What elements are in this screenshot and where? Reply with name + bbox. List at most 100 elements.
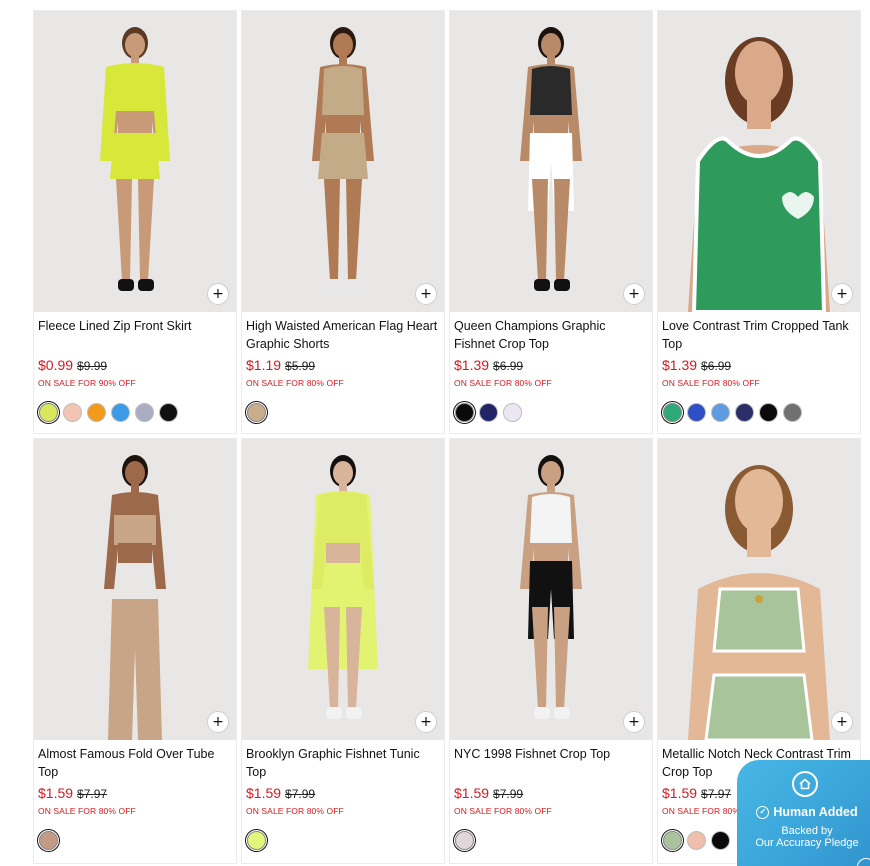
product-name[interactable]: Queen Champions Graphic Fishnet Crop Top [454, 317, 648, 353]
color-swatches [454, 403, 648, 422]
color-swatch[interactable] [135, 403, 154, 422]
color-swatch[interactable] [455, 403, 474, 422]
product-image[interactable]: + [34, 11, 236, 312]
quick-add-button[interactable]: + [831, 711, 853, 733]
color-swatch[interactable] [783, 403, 802, 422]
quick-add-button[interactable]: + [207, 711, 229, 733]
product-image[interactable]: + [658, 11, 860, 312]
sale-price: $1.19 [246, 357, 282, 373]
product-card[interactable]: + Queen Champions Graphic Fishnet Crop T… [449, 10, 653, 434]
color-swatch[interactable] [159, 403, 178, 422]
model-photo [520, 27, 582, 291]
quick-add-button[interactable]: + [415, 283, 437, 305]
accuracy-pledge-badge[interactable]: ✓ Human Added Backed by Our Accuracy Ple… [737, 760, 870, 866]
product-name[interactable]: Love Contrast Trim Cropped Tank Top [662, 317, 856, 353]
model-photo [688, 465, 830, 740]
color-swatch[interactable] [479, 403, 498, 422]
product-image[interactable]: + [450, 11, 652, 312]
product-card[interactable]: + Almost Famous Fold Over Tube Top $1.59… [33, 438, 237, 864]
original-price: $7.99 [493, 787, 524, 801]
product-info: Queen Champions Graphic Fishnet Crop Top… [450, 312, 652, 422]
sale-price: $1.39 [454, 357, 490, 373]
price-row: $1.19 $5.99 [246, 357, 440, 373]
sale-price: $1.59 [38, 785, 74, 801]
sale-price: $1.59 [662, 785, 698, 801]
price-row: $0.99 $9.99 [38, 357, 232, 373]
color-swatches [246, 831, 440, 850]
sale-percentage: ON SALE FOR 90% OFF [38, 378, 136, 388]
quick-add-button[interactable]: + [207, 283, 229, 305]
product-image[interactable]: + [34, 439, 236, 740]
product-name[interactable]: NYC 1998 Fishnet Crop Top [454, 745, 648, 781]
color-swatch[interactable] [87, 403, 106, 422]
sale-percentage: ON SALE FOR 80% OFF [662, 378, 760, 388]
check-circle-icon: ✓ [756, 805, 770, 819]
color-swatches [662, 403, 856, 422]
color-swatch[interactable] [39, 831, 58, 850]
color-swatch[interactable] [39, 403, 58, 422]
product-card[interactable]: + Brooklyn Graphic Fishnet Tunic Top $1.… [241, 438, 445, 864]
price-row: $1.59 $7.97 [38, 785, 232, 801]
sale-price: $1.59 [454, 785, 490, 801]
product-info: High Waisted American Flag Heart Graphic… [242, 312, 444, 422]
model-photo [100, 27, 170, 291]
product-image[interactable]: + [242, 439, 444, 740]
product-info: Fleece Lined Zip Front Skirt $0.99 $9.99… [34, 312, 236, 422]
product-info: NYC 1998 Fishnet Crop Top $1.59 $7.99 ON… [450, 740, 652, 850]
original-price: $7.97 [77, 787, 108, 801]
original-price: $6.99 [701, 359, 732, 373]
color-swatch[interactable] [455, 831, 474, 850]
quick-add-button[interactable]: + [623, 711, 645, 733]
product-name[interactable]: High Waisted American Flag Heart Graphic… [246, 317, 440, 353]
badge-title: ✓ Human Added [737, 805, 870, 819]
quick-add-button[interactable]: + [623, 283, 645, 305]
color-swatches [38, 403, 232, 422]
product-card[interactable]: + Love Contrast Trim Cropped Tank Top $1… [657, 10, 861, 434]
color-swatch[interactable] [687, 831, 706, 850]
product-card[interactable]: + NYC 1998 Fishnet Crop Top $1.59 $7.99 … [449, 438, 653, 864]
price-row: $1.39 $6.99 [662, 357, 856, 373]
color-swatches [38, 831, 232, 850]
quick-add-button[interactable]: + [831, 283, 853, 305]
sale-percentage: ON SALE FOR 80% OFF [246, 806, 344, 816]
product-name[interactable]: Fleece Lined Zip Front Skirt [38, 317, 232, 353]
sale-price: $1.59 [246, 785, 282, 801]
color-swatch[interactable] [63, 403, 82, 422]
product-name[interactable]: Brooklyn Graphic Fishnet Tunic Top [246, 745, 440, 781]
product-image[interactable]: + [242, 11, 444, 312]
price-row: $1.39 $6.99 [454, 357, 648, 373]
color-swatch[interactable] [247, 403, 266, 422]
badge-subtitle-line2: Our Accuracy Pledge [755, 837, 859, 849]
product-info: Love Contrast Trim Cropped Tank Top $1.3… [658, 312, 860, 422]
original-price: $7.99 [285, 787, 316, 801]
product-grid: + Fleece Lined Zip Front Skirt $0.99 $9.… [33, 10, 863, 864]
product-image[interactable]: + [450, 439, 652, 740]
home-icon [792, 771, 818, 797]
model-photo [104, 455, 166, 740]
color-swatch[interactable] [663, 403, 682, 422]
product-info: Brooklyn Graphic Fishnet Tunic Top $1.59… [242, 740, 444, 850]
sale-percentage: ON SALE FOR 80% OFF [454, 378, 552, 388]
product-card[interactable]: + High Waisted American Flag Heart Graph… [241, 10, 445, 434]
color-swatch[interactable] [247, 831, 266, 850]
color-swatch[interactable] [111, 403, 130, 422]
color-swatch[interactable] [687, 403, 706, 422]
product-name[interactable]: Almost Famous Fold Over Tube Top [38, 745, 232, 781]
color-swatch[interactable] [503, 403, 522, 422]
color-swatches [246, 403, 440, 422]
badge-title-text: Human Added [773, 805, 858, 819]
color-swatch[interactable] [711, 831, 730, 850]
original-price: $6.99 [493, 359, 524, 373]
sale-percentage: ON SALE FOR 80% OFF [38, 806, 136, 816]
product-card[interactable]: + Fleece Lined Zip Front Skirt $0.99 $9.… [33, 10, 237, 434]
color-swatches [454, 831, 648, 850]
model-photo [308, 455, 378, 719]
quick-add-button[interactable]: + [415, 711, 437, 733]
color-swatch[interactable] [759, 403, 778, 422]
color-swatch[interactable] [663, 831, 682, 850]
product-image[interactable]: + [658, 439, 860, 740]
chat-corner-icon [857, 858, 870, 866]
sale-percentage: ON SALE FOR 80% OFF [454, 806, 552, 816]
color-swatch[interactable] [735, 403, 754, 422]
color-swatch[interactable] [711, 403, 730, 422]
